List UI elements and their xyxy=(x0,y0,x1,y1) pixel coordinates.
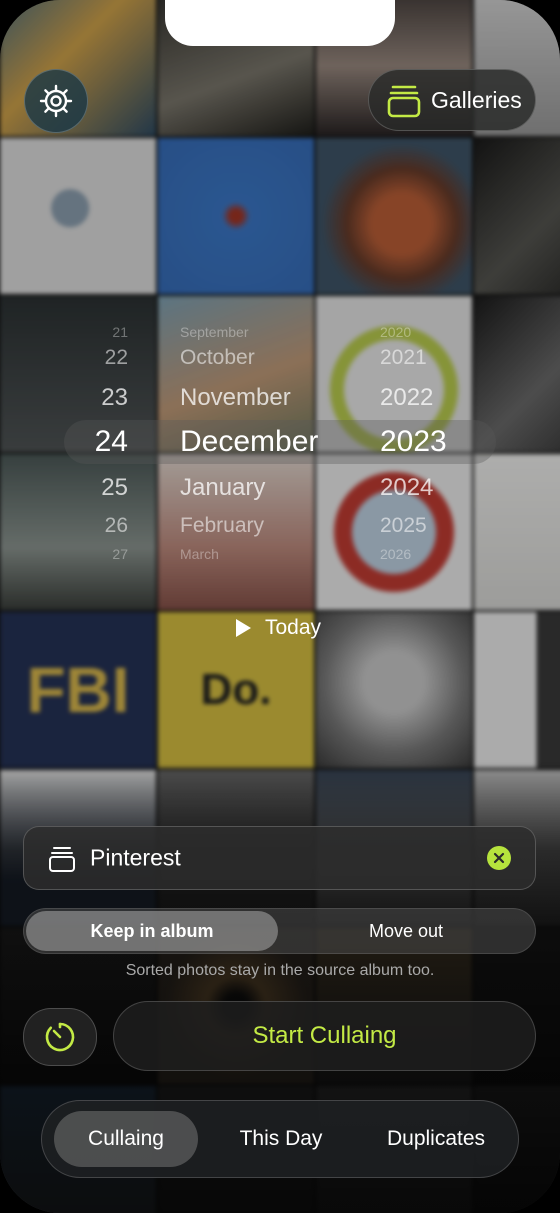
picker-month: November xyxy=(180,384,291,411)
start-culling-button[interactable]: Start Cullaing xyxy=(113,1001,536,1071)
picker-row[interactable]: 24 December 2023 xyxy=(0,425,560,482)
move-out-option[interactable]: Move out xyxy=(280,911,532,951)
picker-month: September xyxy=(180,324,249,340)
timer-icon xyxy=(45,1022,75,1052)
picker-day: 21 xyxy=(112,324,128,340)
photo-tile xyxy=(474,612,560,768)
picker-day: 26 xyxy=(104,514,128,537)
picker-year: 2021 xyxy=(380,346,427,369)
galleries-button[interactable]: Galleries xyxy=(368,69,536,131)
photo-tile xyxy=(316,138,472,294)
picker-month: February xyxy=(180,514,265,537)
gear-icon xyxy=(39,84,73,118)
date-picker[interactable]: 21 September 2020 22 October 2021 23 November 20… xyxy=(0,320,560,570)
picker-month: March xyxy=(180,546,219,562)
bottom-tab-bar: Cullaing This Day Duplicates xyxy=(41,1100,519,1178)
play-icon xyxy=(236,619,251,637)
picker-year: 2020 xyxy=(380,324,412,340)
album-name: Pinterest xyxy=(90,844,181,871)
today-label: Today xyxy=(265,616,322,639)
picker-year: 2024 xyxy=(380,474,434,501)
picker-row[interactable]: 27 March 2026 xyxy=(0,546,560,594)
tab-duplicates[interactable]: Duplicates xyxy=(364,1111,508,1167)
picker-year: 2025 xyxy=(380,514,427,537)
picker-day: 22 xyxy=(104,346,128,369)
picker-day: 24 xyxy=(94,425,128,458)
album-selector[interactable]: Pinterest xyxy=(23,826,536,890)
picker-year: 2026 xyxy=(380,546,412,562)
photo-tile xyxy=(0,138,156,294)
clear-album-button[interactable] xyxy=(487,846,511,870)
photo-tile: FBI xyxy=(0,612,156,768)
picker-day: 27 xyxy=(112,546,128,562)
picker-year: 2022 xyxy=(380,384,434,411)
picker-day: 23 xyxy=(101,384,128,411)
picker-month: January xyxy=(180,474,266,501)
picker-row[interactable]: 25 January 2024 xyxy=(0,474,560,528)
mode-hint-text: Sorted photos stay in the source album t… xyxy=(125,962,435,979)
today-button[interactable]: Today xyxy=(236,616,321,640)
picker-month: October xyxy=(180,346,255,369)
stack-icon xyxy=(387,85,421,118)
photo-tile xyxy=(474,138,560,294)
mode-segmented-control[interactable]: Keep in album Move out xyxy=(23,908,536,954)
picker-day: 25 xyxy=(101,474,128,501)
album-stack-icon xyxy=(49,847,75,872)
photo-tile xyxy=(316,612,472,768)
app-screen: FBI Do. Galleries 21 September 2020 22 O… xyxy=(0,0,560,1213)
galleries-label: Galleries xyxy=(431,86,522,113)
picker-month: December xyxy=(180,425,319,458)
photo-tile xyxy=(158,138,314,294)
tab-culling[interactable]: Cullaing xyxy=(54,1111,198,1167)
tile-text: Do. xyxy=(200,665,272,714)
close-icon xyxy=(493,852,505,864)
tab-this-day[interactable]: This Day xyxy=(208,1111,354,1167)
tile-text: FBI xyxy=(26,654,130,726)
keep-in-album-option[interactable]: Keep in album xyxy=(26,911,278,951)
device-notch xyxy=(165,0,395,46)
settings-button[interactable] xyxy=(24,69,88,133)
picker-year: 2023 xyxy=(380,425,447,458)
timer-button[interactable] xyxy=(23,1008,97,1066)
